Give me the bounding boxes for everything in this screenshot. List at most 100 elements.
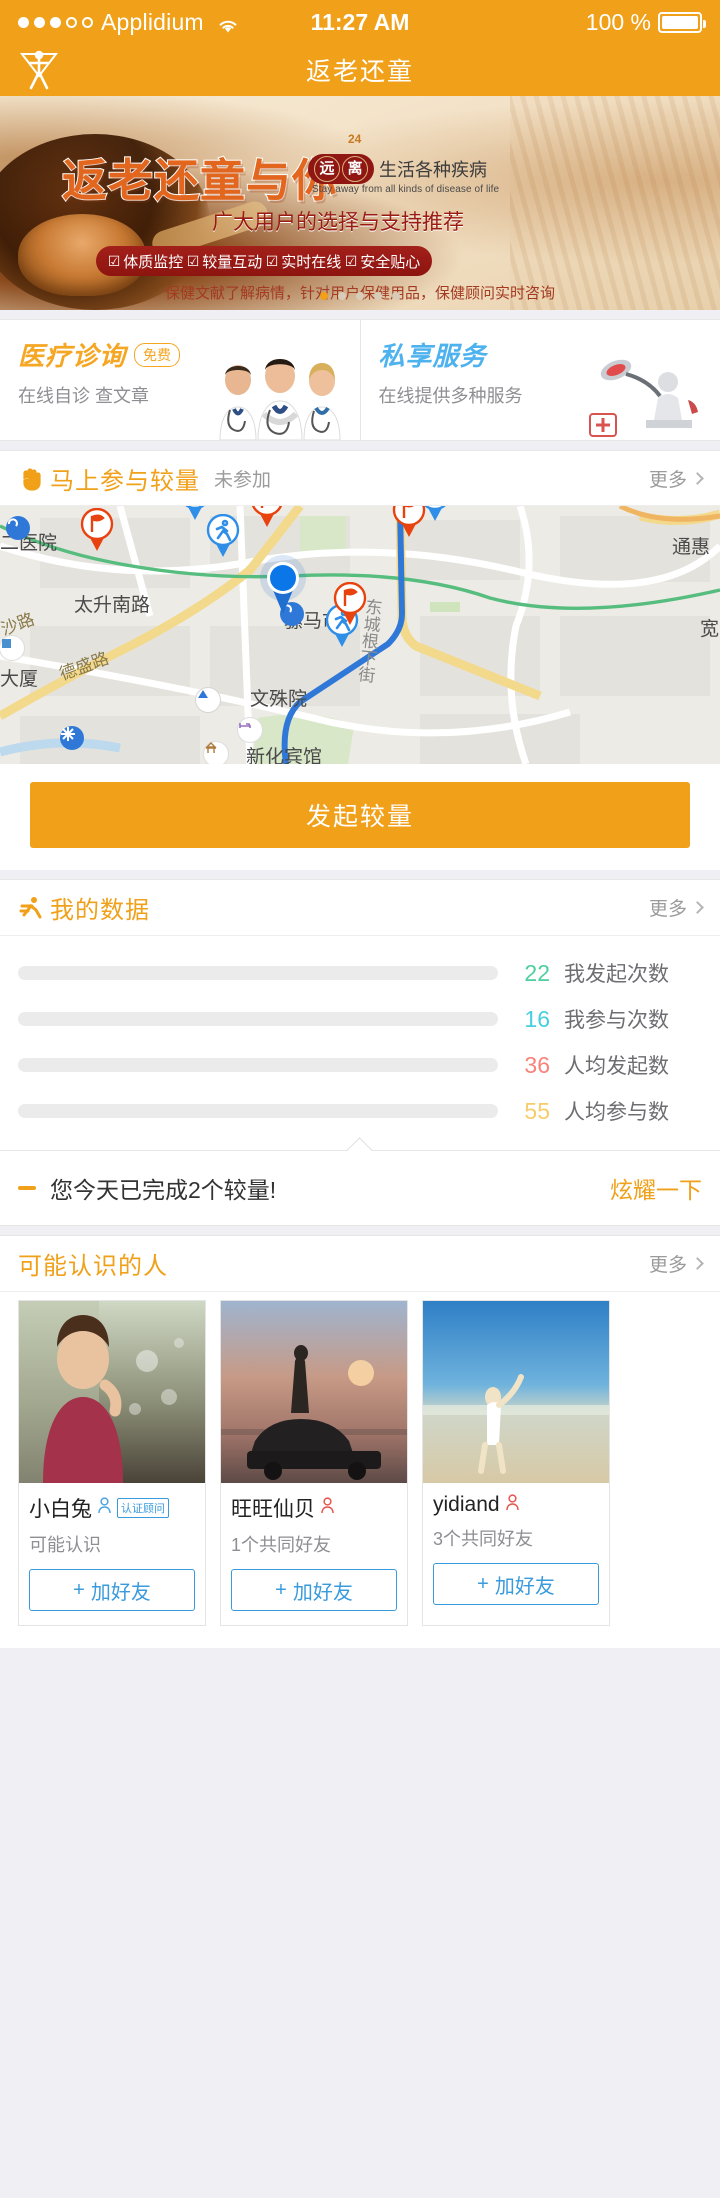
flag-pin-icon[interactable] [392,506,426,538]
banner-subtitle: 广大用户的选择与支持推荐 [212,211,464,234]
flag-pin-icon[interactable] [250,506,284,528]
add-friend-button[interactable]: + 加好友 [433,1563,599,1605]
battery-percent: 100 % [585,8,651,35]
my-data-more-link[interactable]: 更多 [648,894,704,921]
metro-station-icon [6,516,30,540]
add-friend-label: 加好友 [494,1575,555,1598]
dash-icon [18,1186,36,1190]
my-data-title: 我的数据 [50,897,150,924]
banner-tail-text: 生活各种疾病 [379,160,487,180]
banner-dot[interactable] [320,292,328,300]
feature-label: 实时在线 [281,253,342,271]
more-label: 更多 [648,899,687,920]
people-header: 可能认识的人 更多 [0,1236,720,1292]
person-card[interactable]: 旺旺仙贝 1个共同好友 + 加好友 [220,1300,408,1626]
person-meta: 1个共同好友 [231,1535,332,1555]
person-card[interactable]: yidiand 3个共同好友 + 加好友 [422,1300,610,1626]
feature-label: 体质监控 [123,253,184,271]
person-name-row: 小白兔 认证顾问 [29,1493,195,1523]
feature-label: 较量互动 [202,253,263,271]
section-notch [345,1136,375,1151]
verified-badge: 认证顾问 [117,1498,169,1518]
progress-track [18,966,498,980]
service-card-medical[interactable]: 医疗诊询 免费 在线自诊 查文章 [0,320,360,440]
data-label: 人均发起数 [564,1055,669,1078]
add-friend-label: 加好友 [292,1581,353,1604]
data-row: 22 我发起次数 [18,950,702,996]
map-label: 文殊院 [250,689,308,710]
banner-24h-badge: 24 [348,132,362,146]
person-body: yidiand 3个共同好友 + 加好友 [423,1483,609,1619]
current-location-icon [256,554,310,616]
people-title: 可能认识的人 [18,1253,168,1280]
data-label: 我发起次数 [564,963,669,986]
daily-notice-bar[interactable]: 您今天已完成2个较量! 炫耀一下 [0,1150,720,1226]
person-body: 旺旺仙贝 1个共同好友 + 加好友 [221,1483,407,1625]
flag-pin-icon[interactable] [333,582,367,626]
person-body: 小白兔 认证顾问 可能认识 + 加好友 [19,1483,205,1625]
people-more-link[interactable]: 更多 [648,1250,704,1277]
feature-item: ☑ 体质监控 [108,251,184,272]
map-label: 宽 [700,619,720,640]
banner-dot[interactable] [356,292,364,300]
banner-feature-bar: ☑ 体质监控 ☑ 较量互动 ☑ 实时在线 ☑ 安全贴心 [96,246,432,276]
my-data-section: 我的数据 更多 22 我发起次数 16 我参与次数 36 人均发起数 55 人均… [0,879,720,1150]
banner-pagination[interactable] [0,292,720,300]
chevron-right-icon [691,901,704,914]
contest-title: 马上参与较量 [50,467,200,495]
banner-dot[interactable] [338,292,346,300]
running-man-icon [18,895,44,921]
data-label: 人均参与数 [564,1101,669,1124]
service-card-private[interactable]: 私享服务 在线提供多种服务 [359,320,720,440]
flag-pin-icon[interactable] [80,508,114,552]
data-row: 16 我参与次数 [18,996,702,1042]
more-label: 更多 [648,1255,687,1276]
check-box-icon: ☑ [344,252,358,269]
add-friend-button[interactable]: + 加好友 [29,1569,195,1611]
add-friend-button[interactable]: + 加好友 [231,1569,397,1611]
stamp-char-1: 远 [314,156,340,182]
contest-more-link[interactable]: 更多 [648,465,704,492]
data-row: 55 人均参与数 [18,1088,702,1134]
show-off-button[interactable]: 炫耀一下 [610,1171,702,1205]
doctors-photo [204,354,354,440]
contest-section-header: 马上参与较量 未参加 更多 [0,450,720,506]
data-label: 我参与次数 [564,1009,669,1032]
notice-text: 您今天已完成2个较量! [50,1177,277,1203]
data-value: 22 [524,959,550,986]
progress-track [18,1012,498,1026]
bus-stop-icon [196,688,220,712]
people-carousel[interactable]: 小白兔 认证顾问 可能认识 + 加好友 旺旺仙贝 1个共同好友 + 加好友 yi… [0,1292,720,1648]
carrier-name: Applidium [101,8,204,35]
chevron-right-icon [691,1257,704,1270]
start-contest-button[interactable]: 发起较量 [30,782,690,848]
data-value: 36 [524,1051,550,1078]
banner-headline: 返老还童与你 [61,154,339,207]
data-value: 16 [524,1005,550,1032]
banner-dot[interactable] [374,292,382,300]
more-label: 更多 [648,469,687,491]
banner-dot[interactable] [392,292,400,300]
runner-pin-icon[interactable] [206,514,240,558]
data-row: 36 人均发起数 [18,1042,702,1088]
person-meta: 3个共同好友 [433,1529,534,1549]
chevron-right-icon [691,471,704,485]
person-name: yidiand [433,1493,500,1516]
app-screen: Applidium 11:27 AM 100 % 返老还童 返老还童与你 24 … [0,0,720,2198]
female-user-icon [505,1494,520,1516]
promo-banner[interactable]: 返老还童与你 24 远 离 生活各种疾病 Stay away from all … [0,96,720,310]
launch-section: 发起较量 [0,764,720,870]
service-title: 私享服务 [378,341,487,371]
banner-stamp: 远 离 生活各种疾病 [308,154,487,184]
status-right: 100 % [585,8,706,36]
person-meta: 可能认识 [29,1535,101,1555]
map-label: 大厦 [0,669,39,690]
person-photo [221,1301,407,1483]
hotel-poi-icon [238,718,262,742]
nav-bar: 返老还童 [0,44,720,96]
progress-track [18,1104,498,1118]
my-data-rows: 22 我发起次数 16 我参与次数 36 人均发起数 55 人均参与数 [0,936,720,1150]
person-card[interactable]: 小白兔 认证顾问 可能认识 + 加好友 [18,1300,206,1626]
progress-track [18,1058,498,1072]
contest-map[interactable]: 二医院 太升南路 沙路 德盛路 骡马市 东城根下街 通惠 宽 大厦 文殊院 新化… [0,506,720,764]
